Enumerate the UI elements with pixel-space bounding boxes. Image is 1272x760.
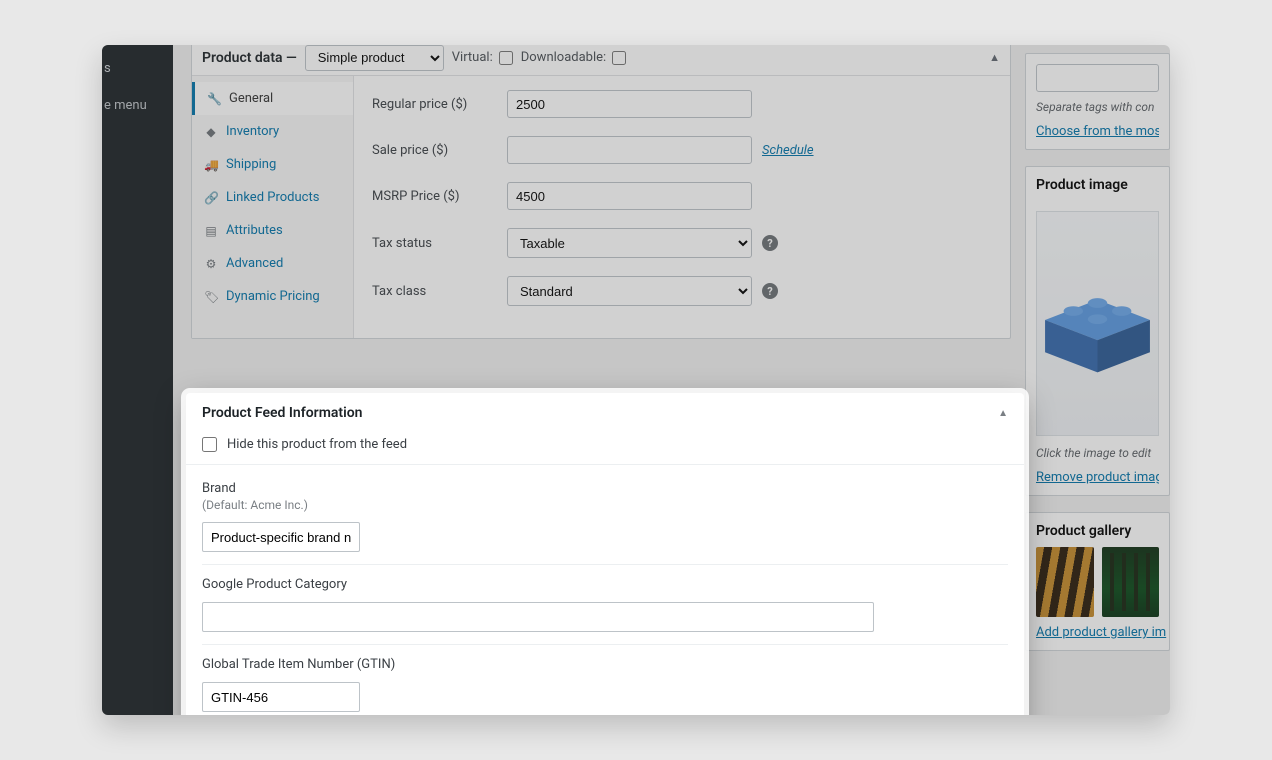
gtin-input[interactable] <box>202 682 360 712</box>
add-gallery-link[interactable]: Add product gallery im <box>1036 625 1166 640</box>
product-image[interactable] <box>1036 211 1159 436</box>
gallery-thumb[interactable] <box>1102 547 1160 617</box>
product-feed-panel: Product Feed Information ▲ Hide this pro… <box>186 393 1024 715</box>
collapse-icon[interactable]: ▲ <box>989 51 1000 64</box>
admin-sidebar: s e menu <box>102 45 173 715</box>
admin-sidebar-item[interactable]: s <box>102 57 173 80</box>
tags-hint: Separate tags with con <box>1036 100 1159 114</box>
brand-label: Brand <box>202 481 1008 496</box>
tab-inventory[interactable]: ◆Inventory <box>192 115 353 148</box>
brand-input[interactable] <box>202 522 360 552</box>
gear-icon: ⚙ <box>204 257 218 271</box>
downloadable-checkbox[interactable] <box>612 51 626 65</box>
truck-icon: 🚚 <box>204 158 218 172</box>
tags-input[interactable] <box>1036 64 1159 92</box>
tab-dynamic-pricing[interactable]: 🏷Dynamic Pricing <box>192 280 353 313</box>
inventory-icon: ◆ <box>204 125 218 139</box>
link-icon: 🔗 <box>204 191 218 205</box>
virtual-checkbox[interactable] <box>499 51 513 65</box>
wrench-icon: 🔧 <box>207 92 221 106</box>
downloadable-label: Downloadable: <box>521 50 606 65</box>
remove-image-link[interactable]: Remove product image <box>1036 470 1159 485</box>
tab-general[interactable]: 🔧General <box>192 82 353 115</box>
product-type-select[interactable]: Simple product <box>305 45 444 71</box>
tax-class-label: Tax class <box>372 284 507 299</box>
product-image-title: Product image <box>1026 167 1169 201</box>
lego-brick-icon <box>1037 264 1158 384</box>
help-icon[interactable]: ? <box>762 283 778 299</box>
sale-price-input[interactable] <box>507 136 752 164</box>
edit-image-hint: Click the image to edit <box>1036 446 1159 460</box>
list-icon: ▤ <box>204 224 218 238</box>
tab-linked-products[interactable]: 🔗Linked Products <box>192 181 353 214</box>
virtual-label: Virtual: <box>452 50 493 65</box>
tax-status-label: Tax status <box>372 236 507 251</box>
panel-title: Product Feed Information <box>202 405 362 421</box>
regular-price-label: Regular price ($) <box>372 97 507 112</box>
hide-from-feed-checkbox[interactable] <box>202 437 217 452</box>
product-data-label: Product data — <box>202 50 297 66</box>
regular-price-input[interactable] <box>507 90 752 118</box>
product-gallery-title: Product gallery <box>1026 513 1169 547</box>
tab-shipping[interactable]: 🚚Shipping <box>192 148 353 181</box>
msrp-price-label: MSRP Price ($) <box>372 189 507 204</box>
tax-class-select[interactable]: Standard <box>507 276 752 306</box>
msrp-price-input[interactable] <box>507 182 752 210</box>
product-data-tabs: 🔧General ◆Inventory 🚚Shipping 🔗Linked Pr… <box>192 76 354 338</box>
choose-tags-link[interactable]: Choose from the most <box>1036 124 1159 139</box>
tag-icon: 🏷 <box>204 290 218 304</box>
sale-price-label: Sale price ($) <box>372 143 507 158</box>
gallery-thumb[interactable] <box>1036 547 1094 617</box>
product-data-metabox: Product data — Simple product Virtual: D… <box>191 45 1011 339</box>
google-category-label: Google Product Category <box>202 577 1008 592</box>
tax-status-select[interactable]: Taxable <box>507 228 752 258</box>
hide-from-feed-label: Hide this product from the feed <box>227 437 407 452</box>
collapse-icon[interactable]: ▲ <box>998 408 1008 419</box>
gtin-label: Global Trade Item Number (GTIN) <box>202 657 1008 672</box>
collapse-menu[interactable]: e menu <box>102 94 173 117</box>
schedule-link[interactable]: Schedule <box>762 143 814 158</box>
google-category-input[interactable] <box>202 602 874 632</box>
help-icon[interactable]: ? <box>762 235 778 251</box>
brand-hint: (Default: Acme Inc.) <box>202 498 1008 512</box>
tab-attributes[interactable]: ▤Attributes <box>192 214 353 247</box>
tab-advanced[interactable]: ⚙Advanced <box>192 247 353 280</box>
